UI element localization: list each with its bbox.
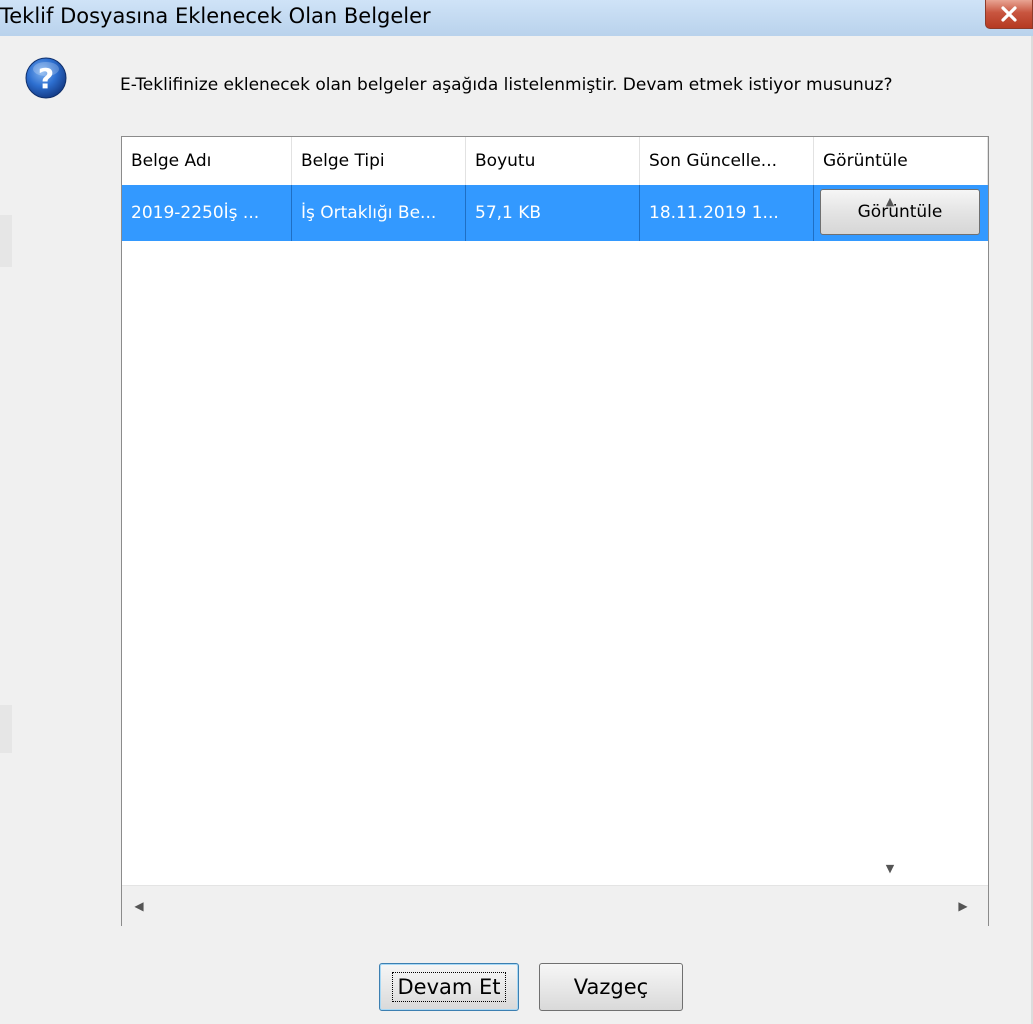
background-edge (0, 215, 12, 267)
scroll-up-icon[interactable]: ▲ (881, 193, 899, 211)
dialog-message: E-Teklifinize eklenecek olan belgeler aş… (120, 75, 893, 95)
cell-boyutu: 57,1 KB (466, 185, 640, 241)
scroll-down-icon[interactable]: ▼ (881, 860, 899, 878)
close-button[interactable] (985, 0, 1033, 29)
question-icon: ? (25, 57, 67, 99)
svg-text:?: ? (38, 62, 54, 95)
window-title: Teklif Dosyasına Eklenecek Olan Belgeler (0, 4, 431, 28)
view-document-button[interactable]: Görüntüle (820, 189, 980, 235)
column-header-belge-tipi[interactable]: Belge Tipi (292, 137, 466, 185)
column-header-boyutu[interactable]: Boyutu (466, 137, 640, 185)
documents-table: Belge Adı Belge Tipi Boyutu Son Güncelle… (121, 136, 989, 926)
continue-button-label: Devam Et (392, 972, 506, 1002)
column-header-goruntule[interactable]: Görüntüle (814, 137, 988, 185)
column-header-belge-adi[interactable]: Belge Adı (122, 137, 292, 185)
continue-button[interactable]: Devam Et (379, 963, 519, 1011)
table-header: Belge Adı Belge Tipi Boyutu Son Güncelle… (122, 137, 988, 186)
background-edge (0, 705, 12, 753)
cell-belge-tipi: İş Ortaklığı Be... (292, 185, 466, 241)
scroll-left-icon[interactable]: ◀ (130, 896, 148, 916)
table-row[interactable]: 2019-2250İş ... İş Ortaklığı Be... 57,1 … (122, 185, 988, 241)
scroll-right-icon[interactable]: ▶ (954, 896, 972, 916)
cell-son-guncelleme: 18.11.2019 1... (640, 185, 814, 241)
column-header-son-guncelleme[interactable]: Son Güncelle... (640, 137, 814, 185)
close-icon (1001, 6, 1017, 22)
title-bar: Teklif Dosyasına Eklenecek Olan Belgeler (0, 0, 1033, 36)
horizontal-scrollbar[interactable]: ◀ ▶ (122, 885, 988, 926)
cancel-button[interactable]: Vazgeç (539, 963, 683, 1011)
cell-belge-adi: 2019-2250İş ... (122, 185, 292, 241)
